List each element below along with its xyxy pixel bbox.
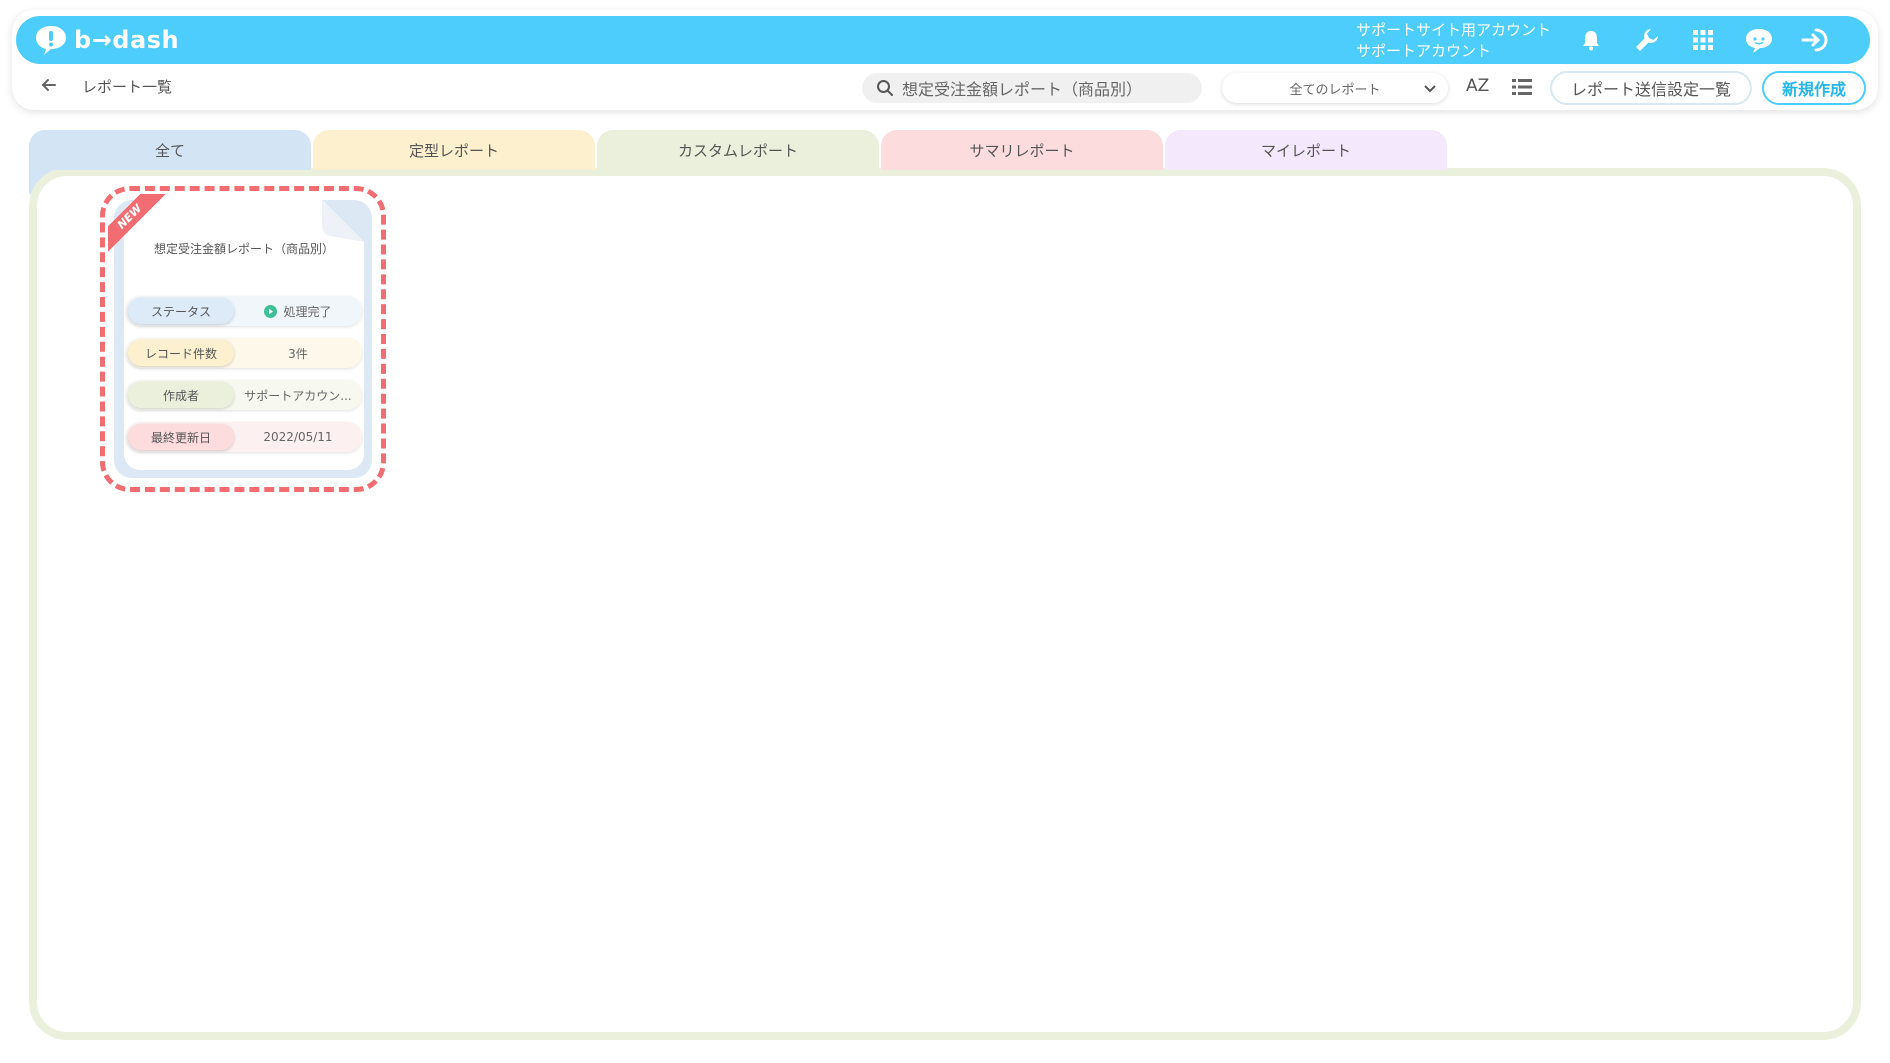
report-send-settings-button[interactable]: レポート送信設定一覧 xyxy=(1550,71,1752,105)
wrench-icon[interactable] xyxy=(1632,25,1662,55)
tab-standard-report[interactable]: 定型レポート xyxy=(313,130,595,170)
author-row: 作成者 サポートアカウン... xyxy=(126,380,362,410)
last-updated-value: 2022/05/11 xyxy=(263,430,333,444)
last-updated-key: 最終更新日 xyxy=(128,424,234,450)
search-input[interactable]: 想定受注金額レポート（商品別） xyxy=(862,73,1202,103)
report-filter-select[interactable]: 全てのレポート xyxy=(1222,73,1448,103)
sub-toolbar: レポート一覧 想定受注金額レポート（商品別） 全てのレポート AZ レポート送信… xyxy=(0,68,1890,108)
sort-label: AZ xyxy=(1466,76,1490,96)
search-icon xyxy=(877,80,893,96)
page-fold-icon xyxy=(322,200,364,242)
status-key: ステータス xyxy=(128,298,234,324)
create-new-button[interactable]: 新規作成 xyxy=(1762,71,1866,105)
record-count-value: 3件 xyxy=(288,346,308,361)
top-bar: b→dash サポートサイト用アカウント サポートアカウント xyxy=(16,16,1870,64)
account-info[interactable]: サポートサイト用アカウント サポートアカウント xyxy=(1356,20,1551,62)
logout-icon[interactable] xyxy=(1800,25,1830,55)
record-count-row: レコード件数 3件 xyxy=(126,338,362,368)
search-value: 想定受注金額レポート（商品別） xyxy=(902,80,1143,99)
logo-bubble-icon xyxy=(36,26,66,55)
bell-icon[interactable] xyxy=(1576,25,1606,55)
status-complete-icon xyxy=(264,304,278,318)
back-arrow-icon[interactable] xyxy=(38,74,60,96)
record-count-key: レコード件数 xyxy=(128,340,234,366)
tab-all[interactable]: 全て xyxy=(29,130,311,170)
apps-grid-icon[interactable] xyxy=(1688,25,1718,55)
sort-az-icon[interactable]: AZ xyxy=(1466,76,1489,96)
chevron-down-icon xyxy=(1424,85,1436,93)
account-name: サポートアカウント xyxy=(1356,42,1492,60)
report-filter-value: 全てのレポート xyxy=(1289,82,1381,98)
tab-my-report[interactable]: マイレポート xyxy=(1165,130,1447,170)
logo[interactable]: b→dash xyxy=(34,22,179,58)
last-updated-row: 最終更新日 2022/05/11 xyxy=(126,422,362,452)
new-badge: NEW xyxy=(108,194,166,252)
page-title: レポート一覧 xyxy=(82,78,173,96)
author-value: サポートアカウン... xyxy=(244,388,352,403)
chat-bot-icon[interactable] xyxy=(1744,25,1774,55)
status-value-cell: 処理完了 xyxy=(236,296,360,326)
new-badge-label: NEW xyxy=(108,194,166,252)
tab-summary-report[interactable]: サマリレポート xyxy=(881,130,1163,170)
report-card[interactable]: 想定受注金額レポート（商品別） ステータス 処理完了 レコード件数 3件 作成者… xyxy=(108,194,372,478)
tab-custom-report[interactable]: カスタムレポート xyxy=(597,130,879,170)
status-value: 処理完了 xyxy=(283,304,332,319)
list-view-icon[interactable] xyxy=(1512,78,1532,100)
report-status-row: ステータス 処理完了 xyxy=(126,296,362,326)
author-key: 作成者 xyxy=(128,382,234,408)
account-site-label: サポートサイト用アカウント xyxy=(1356,21,1552,39)
logo-text: b→dash xyxy=(74,26,180,54)
